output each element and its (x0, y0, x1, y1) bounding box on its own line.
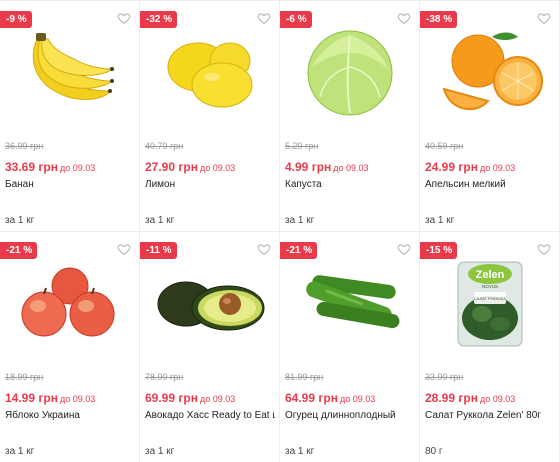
product-card[interactable]: -11 % 78.99 грн 69.99 грн до 09.03 Авокад… (140, 232, 280, 462)
product-card[interactable]: -15 % Zelen NOVUS САЛАТ РУККОЛА 33.99 гр… (420, 232, 560, 462)
product-card[interactable]: -32 % 40.79 грн 27.90 грн до 09.03 Лимон … (140, 1, 280, 232)
heart-icon[interactable] (117, 11, 131, 25)
product-card[interactable]: -6 % 5.29 грн 4.99 грн до 09.03 Капуста з… (280, 1, 420, 232)
lemon-image[interactable] (150, 27, 270, 117)
old-price: 33.99 грн (425, 372, 464, 382)
new-price: 64.99 грн (285, 391, 338, 405)
old-price: 40.59 грн (425, 141, 464, 151)
old-price: 18.99 грн (5, 372, 44, 382)
banana-image[interactable] (10, 27, 130, 117)
unit-label: за 1 кг (285, 446, 315, 457)
promo-until: до 09.03 (479, 163, 516, 173)
product-name[interactable]: Авокадо Хасс Ready to Eat шт (145, 410, 275, 421)
unit-label: за 1 кг (5, 446, 35, 457)
discount-badge: -32 % (140, 11, 178, 28)
promo-until: до 09.03 (59, 163, 96, 173)
orange-image[interactable] (430, 27, 550, 117)
promo-until: до 09.03 (333, 163, 369, 173)
discount-badge: -21 % (0, 242, 38, 259)
promo-until: до 09.03 (59, 394, 96, 404)
unit-label: за 1 кг (425, 215, 455, 226)
apple-image[interactable] (10, 258, 130, 348)
heart-icon[interactable] (537, 242, 551, 256)
price-row: 24.99 грн до 09.03 (425, 158, 515, 176)
arugula-salad-image[interactable]: Zelen NOVUS САЛАТ РУККОЛА (430, 258, 550, 348)
cucumber-image[interactable] (290, 258, 410, 348)
product-name[interactable]: Лимон (145, 179, 275, 190)
heart-icon[interactable] (397, 11, 411, 25)
heart-icon[interactable] (537, 11, 551, 25)
package-tag: NOVUS (482, 284, 498, 289)
heart-icon[interactable] (257, 242, 271, 256)
price-row: 64.99 грн до 09.03 (285, 389, 375, 407)
cabbage-image[interactable] (290, 27, 410, 117)
old-price: 5.29 грн (285, 141, 319, 151)
old-price: 81.99 грн (285, 372, 324, 382)
product-name[interactable]: Яблоко Украина (5, 410, 135, 421)
price-row: 33.69 грн до 09.03 (5, 158, 95, 176)
discount-badge: -6 % (280, 11, 312, 28)
discount-badge: -15 % (420, 242, 458, 259)
new-price: 28.99 грн (425, 391, 478, 405)
product-name[interactable]: Апельсин мелкий (425, 179, 555, 190)
unit-label: 80 г (425, 446, 443, 457)
promo-until: до 09.03 (479, 394, 516, 404)
discount-badge: -38 % (420, 11, 458, 28)
new-price: 4.99 грн (285, 160, 332, 174)
product-name[interactable]: Банан (5, 179, 135, 190)
price-row: 14.99 грн до 09.03 (5, 389, 95, 407)
avocado-image[interactable] (150, 258, 270, 348)
unit-label: за 1 кг (5, 215, 35, 226)
price-row: 69.99 грн до 09.03 (145, 389, 235, 407)
product-card[interactable]: -38 % 40.59 грн 24.99 грн до 09.03 Апельс… (420, 1, 560, 232)
new-price: 27.90 грн (145, 160, 198, 174)
promo-until: до 09.03 (199, 163, 236, 173)
new-price: 24.99 грн (425, 160, 478, 174)
product-grid: -9 % 36.99 грн 33.69 грн до 09.03 Банан з… (0, 0, 560, 462)
promo-until: до 09.03 (339, 394, 376, 404)
new-price: 69.99 грн (145, 391, 198, 405)
heart-icon[interactable] (257, 11, 271, 25)
package-brand: Zelen (476, 269, 505, 281)
product-card[interactable]: -21 % 81.99 грн 64.99 грн до 09.03 Огурец… (280, 232, 420, 462)
new-price: 14.99 грн (5, 391, 58, 405)
product-name[interactable]: Капуста (285, 179, 415, 190)
price-row: 28.99 грн до 09.03 (425, 389, 515, 407)
price-row: 27.90 грн до 09.03 (145, 158, 235, 176)
old-price: 40.79 грн (145, 141, 184, 151)
product-card[interactable]: -21 % 18.99 грн 14.99 грн до 09.03 Яблоко… (0, 232, 140, 462)
package-text: САЛАТ РУККОЛА (474, 296, 507, 301)
discount-badge: -9 % (0, 11, 32, 28)
unit-label: за 1 кг (285, 215, 315, 226)
promo-until: до 09.03 (199, 394, 236, 404)
new-price: 33.69 грн (5, 160, 58, 174)
product-name[interactable]: Огурец длинноплодный (285, 410, 415, 421)
price-row: 4.99 грн до 09.03 (285, 158, 369, 176)
old-price: 36.99 грн (5, 141, 44, 151)
heart-icon[interactable] (117, 242, 131, 256)
heart-icon[interactable] (397, 242, 411, 256)
product-name[interactable]: Салат Руккола Zelen' 80г (425, 410, 555, 421)
discount-badge: -11 % (140, 242, 177, 259)
discount-badge: -21 % (280, 242, 318, 259)
unit-label: за 1 кг (145, 215, 175, 226)
old-price: 78.99 грн (145, 372, 184, 382)
product-card[interactable]: -9 % 36.99 грн 33.69 грн до 09.03 Банан з… (0, 1, 140, 232)
unit-label: за 1 кг (145, 446, 175, 457)
